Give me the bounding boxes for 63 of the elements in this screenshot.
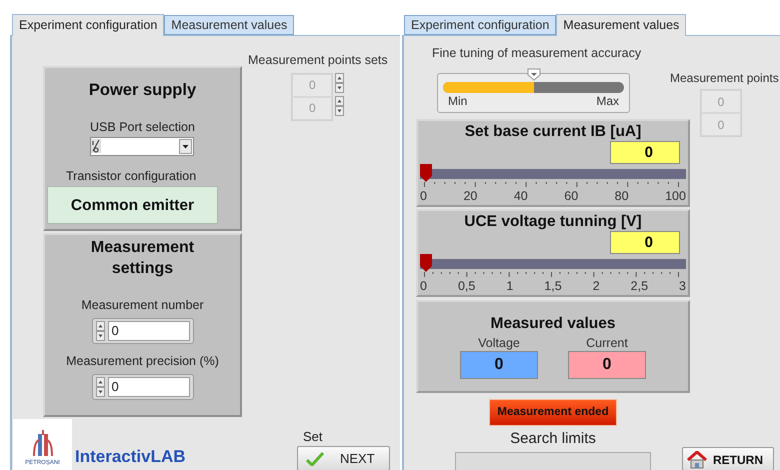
transistor-config-button[interactable]: Common emitter — [47, 186, 218, 224]
scale-label: 80 — [614, 188, 629, 203]
tab[interactable]: Experiment configuration — [12, 14, 164, 36]
scale-label: 2 — [592, 278, 600, 293]
slider-track[interactable] — [420, 164, 686, 182]
spin-arrows-icon[interactable] — [96, 376, 104, 396]
slider-title: UCE voltage tunning [V] — [463, 212, 643, 231]
min-label: Min — [448, 94, 468, 108]
panel-title: Power supply — [88, 80, 196, 101]
field-label: Measurement number — [81, 297, 204, 314]
numeric-field[interactable]: 0 — [92, 318, 194, 344]
points-value: 0 — [701, 113, 741, 136]
return-button[interactable]: RETURN — [682, 446, 774, 470]
tab[interactable]: Measurement values — [164, 15, 294, 35]
slider-thumb[interactable] — [420, 164, 432, 182]
points-value: 0 — [292, 74, 332, 97]
spin-arrows-icon[interactable] — [96, 320, 104, 341]
status-indicator: Measurement ended — [489, 398, 617, 426]
scale-label: 1 — [506, 278, 514, 293]
set-label: Set — [303, 428, 323, 446]
value-display: 0 — [610, 140, 680, 164]
tab[interactable]: Experiment configuration — [404, 15, 556, 35]
panel-title: Measured values — [490, 314, 616, 334]
slider-title: Set base current IB [uA] — [464, 122, 642, 141]
io-icon — [90, 139, 100, 153]
max-label: Max — [596, 94, 619, 108]
brand-name: InteractivLAB — [75, 446, 186, 468]
scale-label: 1,5 — [544, 278, 562, 293]
next-button[interactable]: NEXT — [297, 446, 390, 470]
points-value: 0 — [292, 96, 332, 120]
scale-label: 3 — [679, 278, 686, 293]
reading-display: 0 — [568, 351, 646, 379]
slider-thumb[interactable] — [420, 254, 432, 272]
points-value: 0 — [701, 90, 741, 113]
reading-label: Voltage — [478, 335, 520, 351]
scale-label: 0 — [420, 278, 427, 293]
scale-label: 60 — [564, 188, 578, 203]
fine-tuning-label: Fine tuning of measurement accuracy — [432, 45, 642, 62]
search-limits-field[interactable] — [455, 452, 651, 470]
house-icon — [687, 450, 707, 469]
panel-title: Measurement settings — [90, 238, 196, 279]
points-sets-label: Measurement points sets — [248, 52, 388, 69]
spin-arrows-icon[interactable] — [335, 96, 344, 116]
field-label: Transistor configuration — [66, 168, 196, 185]
reading-label: Current — [586, 335, 628, 351]
spin-arrows-icon[interactable] — [335, 72, 344, 93]
tab[interactable]: Measurement values — [556, 14, 686, 36]
field-label: Measurement precision (%) — [66, 352, 219, 370]
slider-track[interactable] — [420, 254, 686, 272]
scale-label: 2,5 — [630, 278, 648, 293]
scale-label: 20 — [463, 188, 478, 203]
scale-label: 100 — [665, 188, 686, 203]
search-limits-label: Search limits — [510, 430, 596, 448]
points-label: Measurement points — [670, 70, 779, 87]
scale-label: 0,5 — [458, 278, 476, 293]
value-display: 0 — [610, 230, 680, 254]
scale-label: 0 — [420, 188, 427, 203]
slider-thumb[interactable] — [526, 68, 540, 81]
field-label: USB Port selection — [90, 118, 195, 136]
scale-label: 40 — [514, 188, 528, 203]
reading-display: 0 — [460, 351, 538, 379]
check-icon — [306, 452, 324, 466]
numeric-field[interactable]: 0 — [92, 374, 194, 400]
